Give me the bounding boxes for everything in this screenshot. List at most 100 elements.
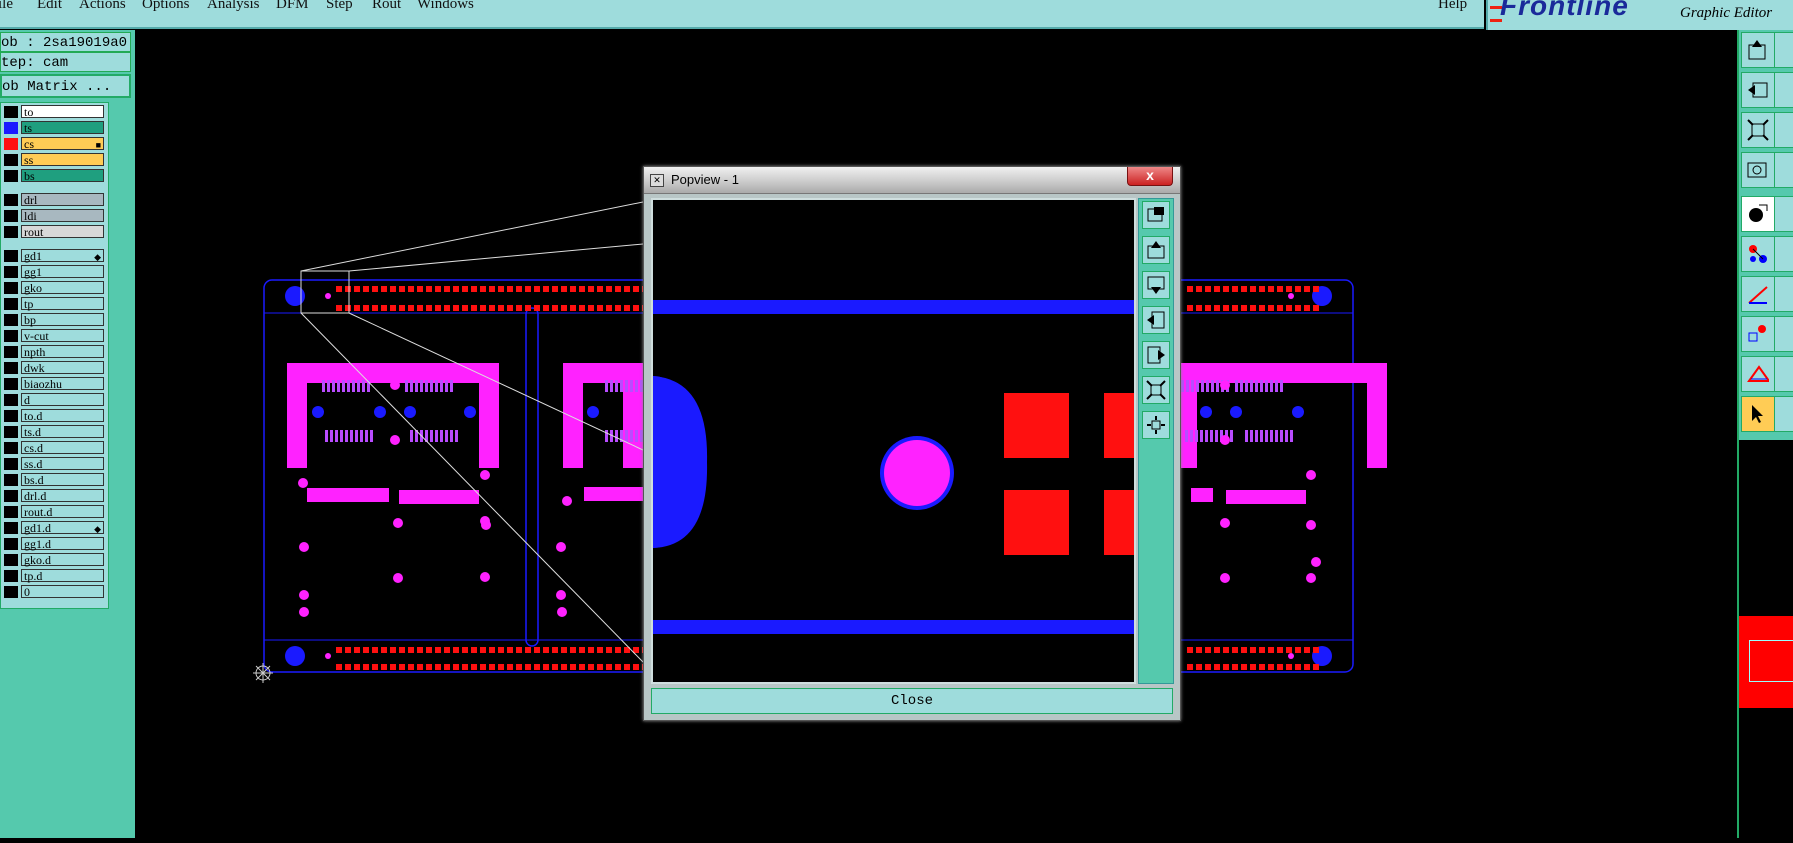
tool-button-secondary[interactable] xyxy=(1774,152,1793,188)
layer-row-gko[interactable]: gko xyxy=(1,281,105,295)
layer-row-rout[interactable]: rout xyxy=(1,225,105,239)
menu-rout[interactable]: Rout xyxy=(372,0,401,13)
tool-button-secondary[interactable] xyxy=(1774,72,1793,108)
layer-name[interactable]: gg1.d xyxy=(21,537,104,550)
layer-color-swatch[interactable] xyxy=(4,194,18,206)
layer-name[interactable]: cs ■ xyxy=(21,137,104,150)
layer-row-ts[interactable]: ts xyxy=(1,121,105,135)
layer-row-d[interactable]: d xyxy=(1,393,105,407)
popview-titlebar[interactable]: ✕ Popview - 1 x xyxy=(644,167,1180,194)
layer-color-swatch[interactable] xyxy=(4,506,18,518)
tool-button-move[interactable] xyxy=(1741,316,1775,352)
layer-color-swatch[interactable] xyxy=(4,570,18,582)
layer-name[interactable]: tp.d xyxy=(21,569,104,582)
layer-color-swatch[interactable] xyxy=(4,522,18,534)
layer-row-drl.d[interactable]: drl.d xyxy=(1,489,105,503)
pv-pan-down-button[interactable] xyxy=(1142,271,1170,299)
layer-row-npth[interactable]: npth xyxy=(1,345,105,359)
tool-button-secondary[interactable] xyxy=(1774,112,1793,148)
layer-name[interactable]: ts xyxy=(21,121,104,134)
tool-button-secondary[interactable] xyxy=(1774,236,1793,272)
layer-color-swatch[interactable] xyxy=(4,410,18,422)
layer-name[interactable]: gko xyxy=(21,281,104,294)
tool-button-secondary[interactable] xyxy=(1774,356,1793,392)
layer-name[interactable]: biaozhu xyxy=(21,377,104,390)
layer-name[interactable]: gd1 ◆ xyxy=(21,249,104,262)
layer-row-cs.d[interactable]: cs.d xyxy=(1,441,105,455)
layer-color-swatch[interactable] xyxy=(4,554,18,566)
popview-close-button[interactable]: Close xyxy=(651,688,1173,714)
menu-file[interactable]: ile xyxy=(0,0,13,13)
layer-name[interactable]: drl.d xyxy=(21,489,104,502)
layer-row-to.d[interactable]: to.d xyxy=(1,409,105,423)
pv-zoom-in-button[interactable] xyxy=(1142,411,1170,439)
layer-color-swatch[interactable] xyxy=(4,250,18,262)
layer-row-tp.d[interactable]: tp.d xyxy=(1,569,105,583)
menu-analysis[interactable]: Analysis xyxy=(207,0,260,13)
tool-button-zoom-fit[interactable] xyxy=(1741,32,1775,68)
tool-button-secondary[interactable] xyxy=(1774,316,1793,352)
layer-row-biaozhu[interactable]: biaozhu xyxy=(1,377,105,391)
menu-options[interactable]: Options xyxy=(142,0,190,13)
layer-name[interactable]: npth xyxy=(21,345,104,358)
layer-name[interactable]: dwk xyxy=(21,361,104,374)
tool-button-shape[interactable] xyxy=(1741,356,1775,392)
tool-button-pan[interactable] xyxy=(1741,72,1775,108)
pv-zoom-fit-button[interactable] xyxy=(1142,201,1170,229)
layer-name[interactable]: bp xyxy=(21,313,104,326)
layer-color-swatch[interactable] xyxy=(4,490,18,502)
layer-color-swatch[interactable] xyxy=(4,106,18,118)
tool-button-measure[interactable] xyxy=(1741,152,1775,188)
popview-zoom-view[interactable] xyxy=(651,198,1136,684)
layer-color-swatch[interactable] xyxy=(4,378,18,390)
layer-name[interactable]: v-cut xyxy=(21,329,104,342)
layer-name[interactable]: gko.d xyxy=(21,553,104,566)
layer-color-swatch[interactable] xyxy=(4,586,18,598)
layer-row-ss.d[interactable]: ss.d xyxy=(1,457,105,471)
layer-name[interactable]: ts.d xyxy=(21,425,104,438)
tool-button-snap[interactable] xyxy=(1741,196,1775,232)
layer-color-swatch[interactable] xyxy=(4,314,18,326)
layer-color-swatch[interactable] xyxy=(4,282,18,294)
pv-pan-left-button[interactable] xyxy=(1142,306,1170,334)
layer-row-bs[interactable]: bs xyxy=(1,169,105,183)
layer-color-swatch[interactable] xyxy=(4,210,18,222)
layer-color-swatch[interactable] xyxy=(4,346,18,358)
layer-color-swatch[interactable] xyxy=(4,474,18,486)
layer-row-ss[interactable]: ss xyxy=(1,153,105,167)
tool-button-secondary[interactable] xyxy=(1774,396,1793,432)
layer-color-swatch[interactable] xyxy=(4,330,18,342)
layer-row-rout.d[interactable]: rout.d xyxy=(1,505,105,519)
layer-color-swatch[interactable] xyxy=(4,122,18,134)
layer-row-v-cut[interactable]: v-cut xyxy=(1,329,105,343)
layer-name[interactable]: cs.d xyxy=(21,441,104,454)
layer-row-bs.d[interactable]: bs.d xyxy=(1,473,105,487)
tool-button-angle[interactable] xyxy=(1741,276,1775,312)
menu-help[interactable]: Help xyxy=(1438,0,1467,13)
tool-button-secondary[interactable] xyxy=(1774,276,1793,312)
layer-row-drl[interactable]: drl xyxy=(1,193,105,207)
layer-name[interactable]: bs xyxy=(21,169,104,182)
tool-button-pointer[interactable] xyxy=(1741,396,1775,432)
layer-name[interactable]: 0 xyxy=(21,585,104,598)
layer-color-swatch[interactable] xyxy=(4,226,18,238)
layer-name[interactable]: to xyxy=(21,105,104,118)
layer-row-to[interactable]: to xyxy=(1,105,105,119)
layer-color-swatch[interactable] xyxy=(4,442,18,454)
layer-color-swatch[interactable] xyxy=(4,426,18,438)
layer-row-bp[interactable]: bp xyxy=(1,313,105,327)
tool-button-secondary[interactable] xyxy=(1774,32,1793,68)
menu-windows[interactable]: Windows xyxy=(417,0,474,13)
job-matrix-button[interactable]: ob Matrix ... xyxy=(0,74,131,98)
menu-dfm[interactable]: DFM xyxy=(276,0,309,13)
menu-actions[interactable]: Actions xyxy=(79,0,126,13)
layer-row-tp[interactable]: tp xyxy=(1,297,105,311)
tool-button-secondary[interactable] xyxy=(1774,196,1793,232)
layer-row-ldi[interactable]: ldi xyxy=(1,209,105,223)
popview-close-icon[interactable]: x xyxy=(1127,167,1173,186)
pv-pan-up-button[interactable] xyxy=(1142,236,1170,264)
layer-row-gg1[interactable]: gg1 xyxy=(1,265,105,279)
layer-name[interactable]: to.d xyxy=(21,409,104,422)
layer-color-swatch[interactable] xyxy=(4,538,18,550)
menu-edit[interactable]: Edit xyxy=(37,0,62,13)
